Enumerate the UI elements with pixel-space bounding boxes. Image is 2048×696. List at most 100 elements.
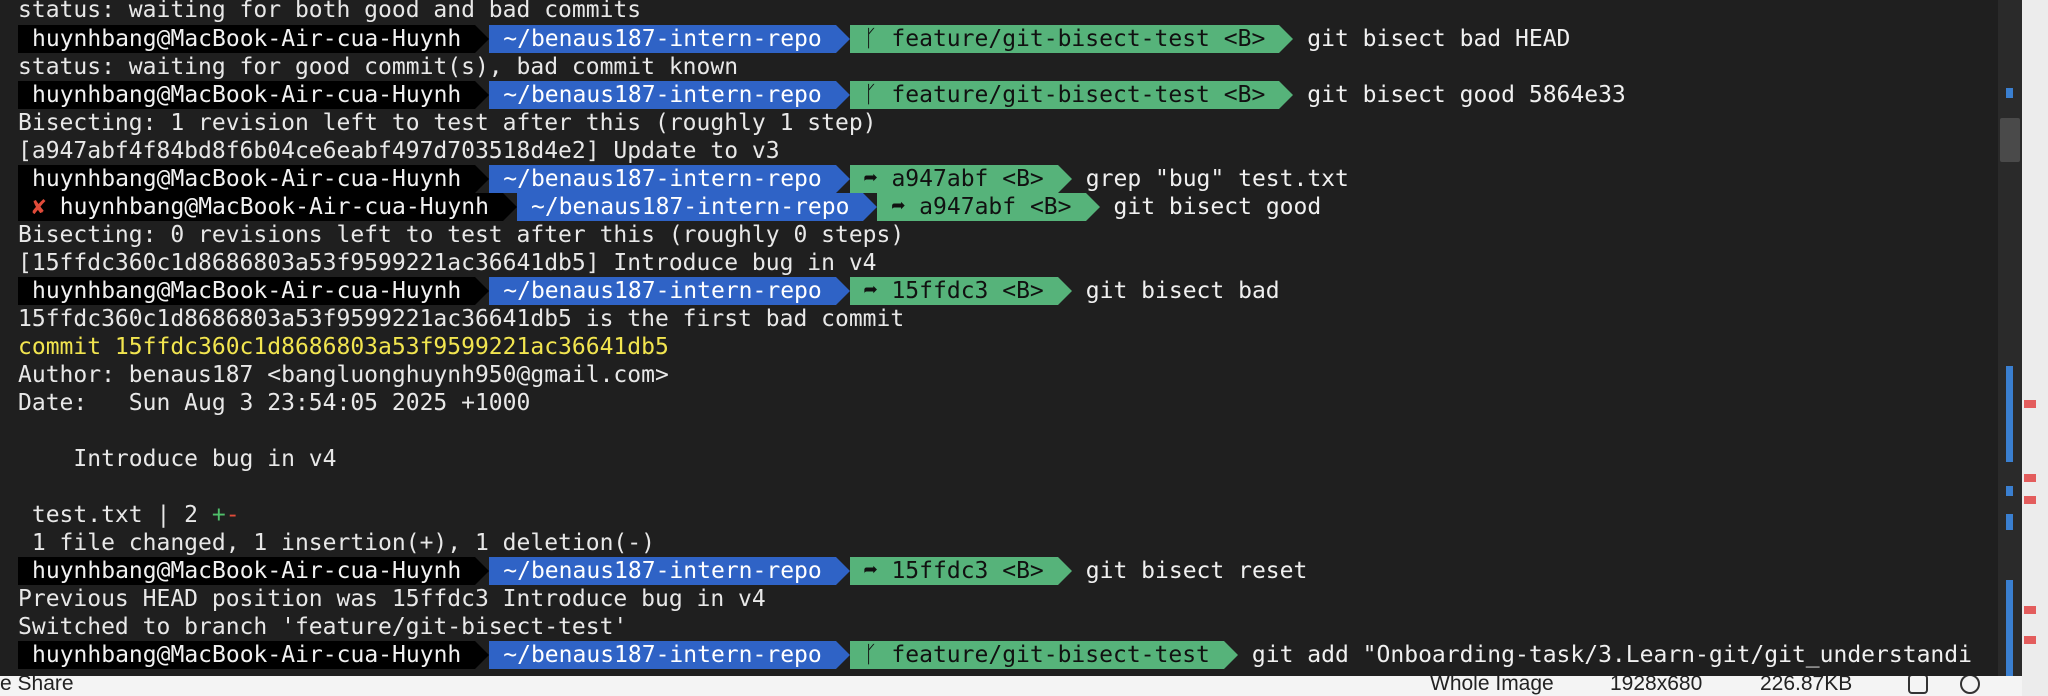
output-line: status: waiting for good commit(s), bad … <box>18 53 738 81</box>
prompt-line: ✘ huynhbang@MacBook-Air-cua-Huynh ~/benau… <box>18 193 1321 221</box>
output-text: Previous HEAD position was 15ffdc3 Intro… <box>18 586 766 612</box>
command-text: grep "bug" test.txt <box>1085 166 1349 192</box>
scrollbar-thumb[interactable] <box>2000 118 2020 162</box>
diff-marker <box>2024 400 2036 408</box>
powerline-separator <box>502 193 517 221</box>
prompt-dir-segment: ~/benaus187-intern-repo <box>489 25 836 53</box>
prompt-dir-segment: ~/benaus187-intern-repo <box>516 193 864 221</box>
output-line: [15ffdc360c1d8686803a53f9599221ac36641db… <box>18 249 877 277</box>
output-line: Previous HEAD position was 15ffdc3 Intro… <box>18 585 766 613</box>
prompt-git-segment: ➦ a947abf <B> <box>877 193 1086 221</box>
powerline-separator <box>475 641 490 669</box>
powerline-separator <box>835 557 850 585</box>
output-text: Introduce bug in v4 <box>18 446 337 472</box>
terminal-scrollbar[interactable] <box>1998 0 2022 676</box>
output-text: 1 file changed, 1 insertion(+), 1 deleti… <box>18 530 655 556</box>
output-text: 15ffdc360c1d8686803a53f9599221ac36641db5… <box>18 306 905 332</box>
command-text: git bisect good <box>1113 194 1322 220</box>
powerline-separator <box>835 641 850 669</box>
output-text: [15ffdc360c1d8686803a53f9599221ac36641db… <box>18 250 877 276</box>
prompt-git-segment: ➦ 15ffdc3 <B> <box>849 277 1058 305</box>
right-side-panel <box>2022 0 2048 696</box>
powerline-separator <box>475 277 490 305</box>
refresh-icon[interactable] <box>1960 676 1980 694</box>
diffstat-line: test.txt | 2 + - <box>18 501 240 529</box>
output-text: commit 15ffdc360c1d8686803a53f9599221ac3… <box>18 334 669 360</box>
status-bar: e Share Whole Image 1928x680 226.87KB <box>0 676 2022 696</box>
powerline-separator <box>475 165 490 193</box>
diff-marker <box>2024 636 2036 644</box>
command-text: git bisect good 5864e33 <box>1307 82 1626 108</box>
scroll-marker <box>2006 514 2013 530</box>
command-text: git add "Onboarding-task/3.Learn-git/git… <box>1251 642 1972 668</box>
powerline-separator <box>475 81 490 109</box>
powerline-separator <box>1279 25 1294 53</box>
prompt-line: huynhbang@MacBook-Air-cua-Huynh ~/benaus1… <box>18 277 1280 305</box>
powerline-separator <box>1279 81 1294 109</box>
copilot-icon[interactable] <box>1908 676 1928 694</box>
output-text: Date: Sun Aug 3 23:54:05 2025 +1000 <box>18 390 531 416</box>
output-line: Bisecting: 1 revision left to test after… <box>18 109 877 137</box>
prompt-user-segment: huynhbang@MacBook-Air-cua-Huynh <box>18 641 476 669</box>
powerline-separator <box>835 81 850 109</box>
command-text: git bisect bad HEAD <box>1307 26 1571 52</box>
prompt-dir-segment: ~/benaus187-intern-repo <box>489 81 836 109</box>
powerline-separator <box>475 25 490 53</box>
deletion-mark: - <box>225 502 240 528</box>
output-text: [a947abf4f84bd8f6b04ce6eabf497d703518d4e… <box>18 138 780 164</box>
prompt-dir-segment: ~/benaus187-intern-repo <box>489 557 836 585</box>
diff-marker <box>2024 496 2036 504</box>
output-line: Date: Sun Aug 3 23:54:05 2025 +1000 <box>18 389 530 417</box>
output-text: test.txt | 2 <box>18 502 212 528</box>
prompt-dir-segment: ~/benaus187-intern-repo <box>489 277 836 305</box>
output-text: status: waiting for both good and bad co… <box>18 0 642 23</box>
output-text: status: waiting for good commit(s), bad … <box>18 54 739 80</box>
output-line: 1 file changed, 1 insertion(+), 1 deleti… <box>18 529 655 557</box>
powerline-separator <box>835 25 850 53</box>
output-text: Bisecting: 1 revision left to test after… <box>18 110 877 136</box>
prompt-user-segment: huynhbang@MacBook-Air-cua-Huynh <box>18 165 476 193</box>
prompt-git-segment: ➦ 15ffdc3 <B> <box>849 557 1058 585</box>
prompt-user-segment: ✘ huynhbang@MacBook-Air-cua-Huynh <box>18 193 503 221</box>
prompt-dir-segment: ~/benaus187-intern-repo <box>489 641 836 669</box>
prompt-user-segment: huynhbang@MacBook-Air-cua-Huynh <box>18 557 476 585</box>
output-text: Switched to branch 'feature/git-bisect-t… <box>18 614 628 640</box>
powerline-separator <box>863 193 878 221</box>
prompt-line: huynhbang@MacBook-Air-cua-Huynh ~/benaus1… <box>18 25 1570 53</box>
powerline-separator <box>1057 277 1072 305</box>
scroll-marker <box>2006 88 2013 98</box>
prompt-dir-segment: ~/benaus187-intern-repo <box>489 165 836 193</box>
prompt-user-segment: huynhbang@MacBook-Air-cua-Huynh <box>18 81 476 109</box>
output-line: Author: benaus187 <bangluonghuynh950@gma… <box>18 361 669 389</box>
prompt-git-segment: ᚴ feature/git-bisect-test <B> <box>849 25 1280 53</box>
prompt-line: huynhbang@MacBook-Air-cua-Huynh ~/benaus1… <box>18 165 1349 193</box>
scroll-marker <box>2006 366 2013 462</box>
diff-marker <box>2024 474 2036 482</box>
view-mode-label: Whole Image <box>1430 676 1554 695</box>
share-button[interactable]: e Share <box>0 676 74 696</box>
diff-marker <box>2024 606 2036 614</box>
prompt-git-segment: ᚴ feature/git-bisect-test <B> <box>849 81 1280 109</box>
prompt-line: huynhbang@MacBook-Air-cua-Huynh ~/benaus1… <box>18 641 1972 669</box>
commit-hash-line: commit 15ffdc360c1d8686803a53f9599221ac3… <box>18 333 669 361</box>
prompt-line: huynhbang@MacBook-Air-cua-Huynh ~/benaus1… <box>18 557 1307 585</box>
output-line: 15ffdc360c1d8686803a53f9599221ac36641db5… <box>18 305 904 333</box>
scroll-marker <box>2006 580 2013 676</box>
terminal-window[interactable]: status: waiting for both good and bad co… <box>0 0 1998 676</box>
powerline-separator <box>1057 165 1072 193</box>
output-line: [a947abf4f84bd8f6b04ce6eabf497d703518d4e… <box>18 137 780 165</box>
command-text: git bisect reset <box>1085 558 1308 584</box>
scroll-marker <box>2006 486 2013 496</box>
output-line: Bisecting: 0 revisions left to test afte… <box>18 221 904 249</box>
image-dimensions: 1928x680 <box>1610 676 1703 695</box>
powerline-separator <box>475 557 490 585</box>
output-text: Author: benaus187 <bangluonghuynh950@gma… <box>18 362 669 388</box>
powerline-separator <box>1085 193 1100 221</box>
output-line: status: waiting for both good and bad co… <box>18 0 641 24</box>
prompt-git-segment: ᚴ feature/git-bisect-test <box>849 641 1224 669</box>
insertion-mark: + <box>211 502 226 528</box>
output-text: Bisecting: 0 revisions left to test afte… <box>18 222 905 248</box>
powerline-separator <box>1223 641 1238 669</box>
powerline-separator <box>1057 557 1072 585</box>
output-line: Introduce bug in v4 <box>18 445 337 473</box>
